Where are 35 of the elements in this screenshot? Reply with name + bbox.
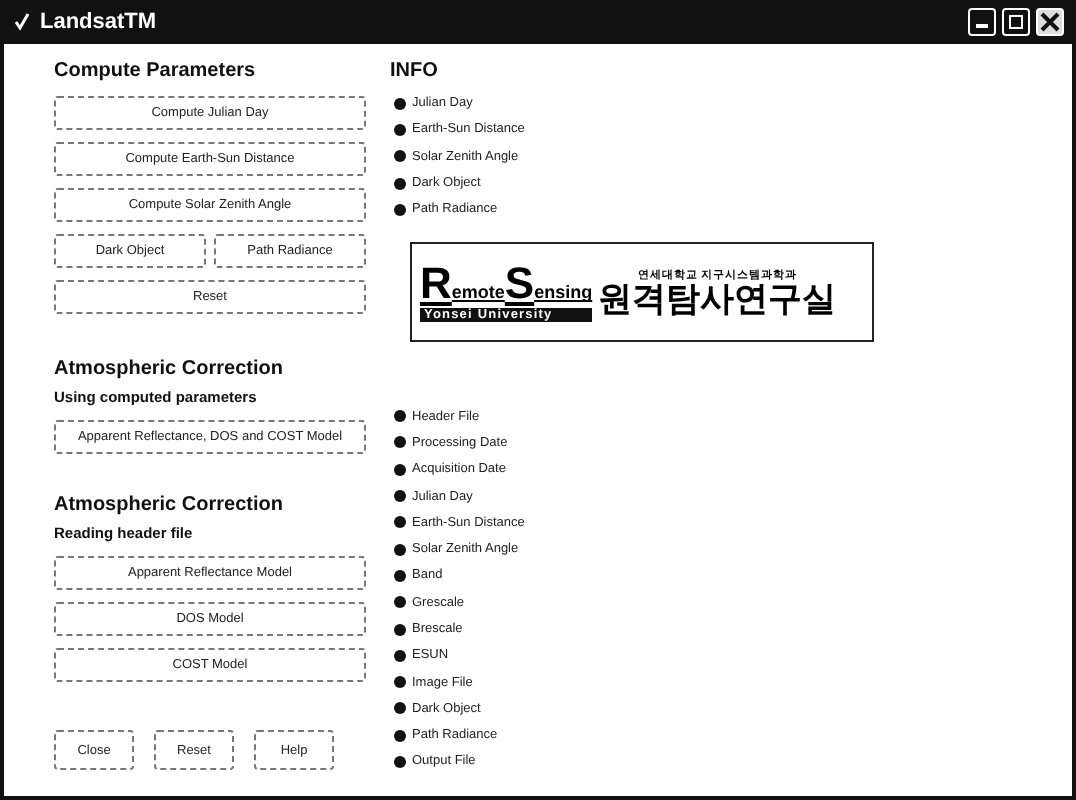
logo-letter: R [420, 262, 452, 307]
bullet-icon [394, 123, 406, 136]
section-heading: INFO [390, 60, 440, 82]
bullet-icon [394, 177, 406, 190]
bullet-icon [394, 97, 406, 110]
close-button[interactable] [1036, 8, 1064, 36]
bullet-icon [394, 596, 406, 609]
bullet-icon [394, 649, 406, 662]
bullet-icon [394, 623, 406, 635]
bullet-icon [394, 436, 406, 449]
bullet-icon [394, 569, 406, 582]
minimize-button[interactable] [968, 8, 996, 36]
app-icon [12, 12, 32, 32]
bullet-icon [394, 203, 406, 216]
logo-text: emote [451, 284, 505, 303]
logo-lab-name: 원격탐사연구실 [598, 281, 837, 319]
section-heading: Atmospheric Correction [54, 358, 285, 380]
section-heading: Atmospheric Correction [54, 494, 285, 516]
bullet-icon [394, 490, 406, 503]
bullet-icon [394, 516, 406, 529]
logo-text: ensing [534, 284, 593, 303]
logo-letter: S [504, 262, 535, 307]
maximize-icon [1008, 14, 1024, 30]
section-heading: Compute Parameters [54, 60, 258, 82]
bullet-icon [394, 463, 406, 476]
close-icon [1040, 12, 1060, 32]
window-title: LandsatTM [40, 10, 157, 34]
bullet-icon [394, 755, 406, 768]
bullet-icon [394, 729, 406, 742]
bullet-icon [394, 150, 406, 163]
bullet-icon [394, 543, 406, 556]
bullet-icon [394, 410, 406, 423]
bullet-icon [394, 676, 406, 689]
maximize-button[interactable] [1002, 8, 1030, 36]
bullet-icon [394, 702, 406, 715]
